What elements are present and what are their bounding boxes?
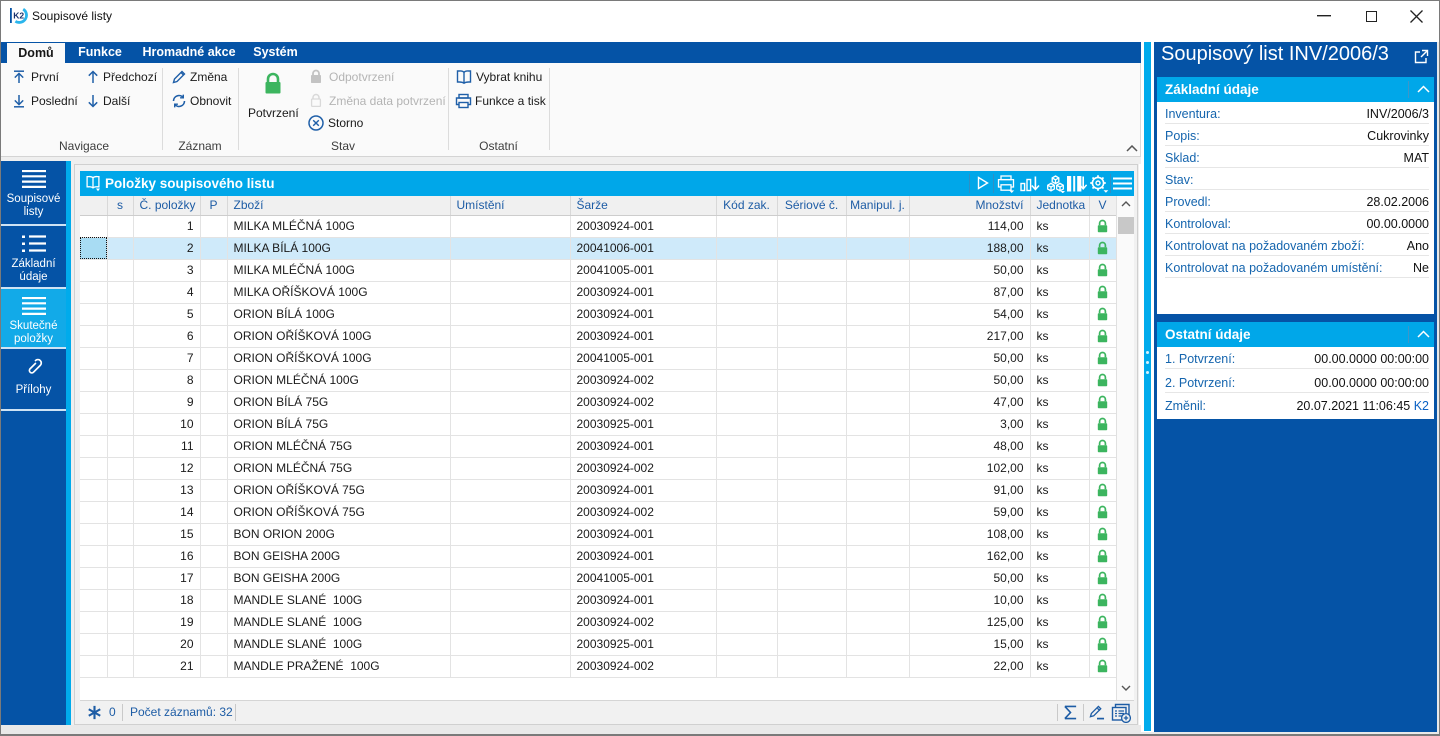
svg-text:K2: K2 [13, 11, 24, 21]
